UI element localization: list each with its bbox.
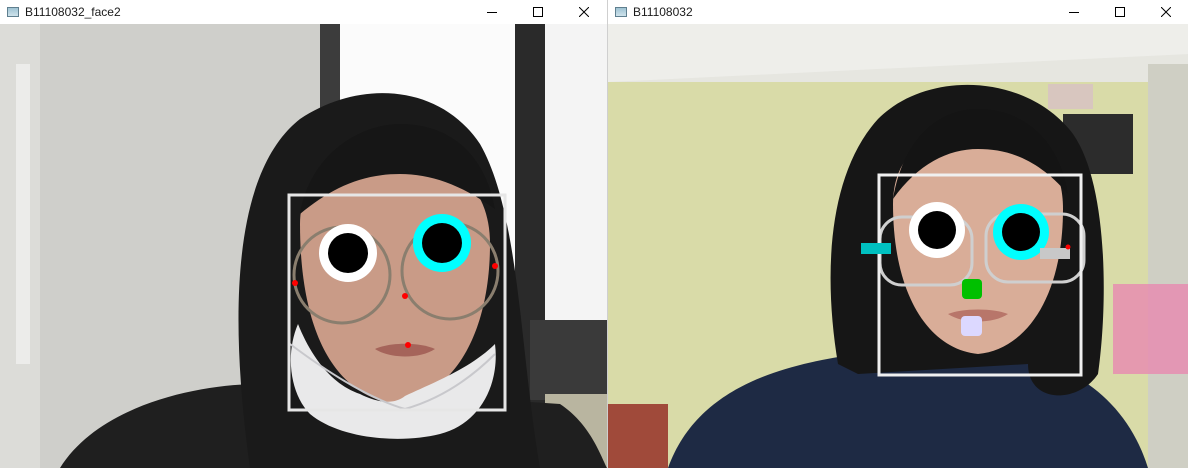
title-bar[interactable]: B11108032 [608, 0, 1188, 24]
maximize-button[interactable] [515, 0, 561, 24]
box-on-shelf [1048, 84, 1093, 109]
window-controls [1051, 0, 1188, 24]
door-frame [16, 64, 30, 364]
app-icon [615, 7, 627, 17]
window-controls [469, 0, 607, 24]
close-icon [579, 7, 589, 17]
maximize-icon [1115, 7, 1125, 17]
left-cheek-marker [861, 243, 891, 254]
opencv-window-main: B11108032 [607, 0, 1188, 468]
window-sill [530, 320, 607, 400]
app-icon [7, 7, 19, 17]
landmark-point [492, 263, 498, 269]
left-eye-pupil [918, 211, 956, 249]
maximize-icon [533, 7, 543, 17]
maximize-button[interactable] [1097, 0, 1143, 24]
camera-frame [0, 24, 607, 468]
window-title: B11108032_face2 [25, 5, 121, 19]
camera-frame [608, 24, 1188, 468]
window-title: B11108032 [633, 5, 693, 19]
minimize-icon [1069, 12, 1079, 13]
landmark-point [402, 293, 408, 299]
mouth-marker [961, 316, 982, 336]
right-eye-pupil [1002, 213, 1040, 251]
close-button[interactable] [1143, 0, 1188, 24]
minimize-button[interactable] [469, 0, 515, 24]
window-right [1148, 64, 1188, 468]
title-bar[interactable]: B11108032_face2 [0, 0, 607, 24]
camera-image [608, 24, 1188, 468]
landmark-point [1065, 244, 1071, 250]
close-button[interactable] [561, 0, 607, 24]
right-cheek-marker [1040, 248, 1070, 259]
minimize-button[interactable] [1051, 0, 1097, 24]
right-eye-pupil [422, 223, 462, 263]
close-icon [1161, 7, 1171, 17]
pink-rack [1113, 284, 1188, 374]
camera-image [0, 24, 607, 468]
nose-marker [962, 279, 982, 299]
window-pane-right [545, 24, 607, 324]
landmark-point [292, 280, 298, 286]
landmark-point [405, 342, 411, 348]
opencv-window-face2: B11108032_face2 [0, 0, 607, 468]
chair [608, 404, 668, 468]
left-eye-pupil [328, 233, 368, 273]
minimize-icon [487, 12, 497, 13]
